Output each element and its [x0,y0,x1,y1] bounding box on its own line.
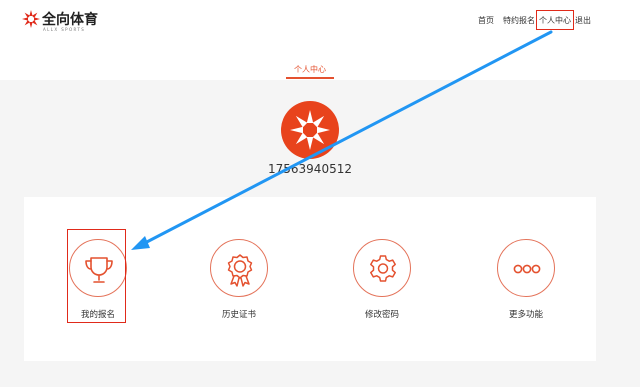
annotation-arrow [131,30,553,250]
